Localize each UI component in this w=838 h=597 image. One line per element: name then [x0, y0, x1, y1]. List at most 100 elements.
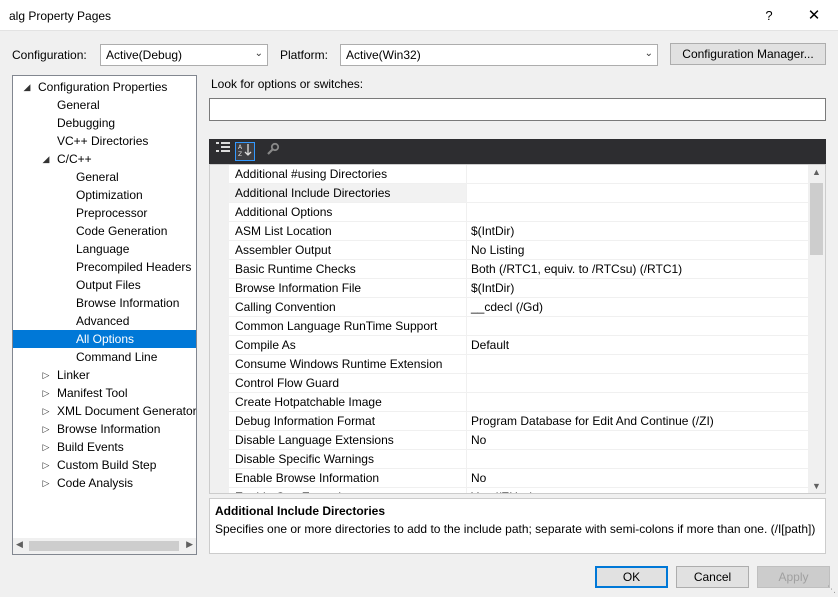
property-value[interactable]: No — [467, 431, 809, 450]
tree-item[interactable]: ◢ Configuration Properties — [13, 78, 196, 96]
tree-item[interactable]: Debugging — [13, 114, 196, 132]
expand-icon[interactable]: ▷ — [41, 456, 51, 474]
tree-item[interactable]: ▷ Browse Information — [13, 420, 196, 438]
property-row[interactable]: Control Flow Guard — [210, 374, 809, 393]
property-row[interactable]: Compile As Default — [210, 336, 809, 355]
property-row[interactable]: Browse Information File $(IntDir) — [210, 279, 809, 298]
tree-item[interactable]: Browse Information — [13, 294, 196, 312]
tree-item[interactable]: Code Generation — [13, 222, 196, 240]
property-value[interactable] — [467, 165, 809, 184]
collapse-icon[interactable]: ◢ — [41, 150, 51, 168]
expand-icon[interactable]: ▷ — [41, 438, 51, 456]
property-name: Common Language RunTime Support — [229, 317, 467, 336]
cancel-button[interactable]: Cancel — [676, 566, 749, 588]
scroll-up-icon[interactable]: ▲ — [812, 167, 821, 177]
platform-dropdown[interactable]: Active(Win32) ⌄ — [340, 44, 658, 66]
search-input[interactable] — [209, 98, 826, 121]
tree-item[interactable]: Command Line — [13, 348, 196, 366]
categorized-icon[interactable] — [213, 142, 233, 161]
scroll-down-icon[interactable]: ▼ — [812, 481, 821, 491]
property-value[interactable] — [467, 203, 809, 222]
property-row[interactable]: Additional Include Directories — [210, 184, 809, 203]
tree-item[interactable]: General — [13, 96, 196, 114]
property-value[interactable]: $(IntDir) — [467, 279, 809, 298]
tree-item[interactable]: ▷ XML Document Generator — [13, 402, 196, 420]
collapse-icon[interactable]: ◢ — [22, 78, 32, 96]
tree-item[interactable]: ▷ Linker — [13, 366, 196, 384]
property-name: Enable Browse Information — [229, 469, 467, 488]
apply-button[interactable]: Apply — [757, 566, 830, 588]
tree-item-label: Browse Information — [76, 296, 180, 310]
property-value[interactable]: No Listing — [467, 241, 809, 260]
property-row[interactable]: Debug Information Format Program Database… — [210, 412, 809, 431]
property-value[interactable] — [467, 450, 809, 469]
tree-item[interactable]: ▷ Code Analysis — [13, 474, 196, 492]
property-row[interactable]: Disable Specific Warnings — [210, 450, 809, 469]
property-row[interactable]: Additional #using Directories — [210, 165, 809, 184]
property-row[interactable]: Create Hotpatchable Image — [210, 393, 809, 412]
tree-horizontal-scrollbar[interactable]: ◀ ▶ — [13, 538, 196, 554]
property-value[interactable] — [467, 317, 809, 336]
tree-item[interactable]: ▷ Build Events — [13, 438, 196, 456]
row-gutter — [210, 260, 229, 279]
property-row[interactable]: Additional Options — [210, 203, 809, 222]
tree-item-label: General — [76, 170, 119, 184]
property-row[interactable]: ASM List Location $(IntDir) — [210, 222, 809, 241]
tree-item-label: Debugging — [57, 116, 116, 130]
close-button[interactable]: ✕ — [798, 4, 830, 28]
expand-icon[interactable]: ▷ — [41, 420, 51, 438]
property-value[interactable]: Yes (/EHsc) — [467, 488, 809, 493]
scroll-thumb[interactable] — [29, 541, 179, 551]
property-value[interactable]: Program Database for Edit And Continue (… — [467, 412, 809, 431]
configuration-dropdown[interactable]: Active(Debug) ⌄ — [100, 44, 268, 66]
property-row[interactable]: Assembler Output No Listing — [210, 241, 809, 260]
property-value[interactable]: No — [467, 469, 809, 488]
expand-icon[interactable]: ▷ — [41, 402, 51, 420]
help-button[interactable]: ? — [755, 4, 783, 28]
wrench-icon[interactable] — [263, 142, 283, 161]
tree-item[interactable]: General — [13, 168, 196, 186]
tree-item[interactable]: Output Files — [13, 276, 196, 294]
property-value[interactable] — [467, 393, 809, 412]
tree-item-label: Command Line — [76, 350, 158, 364]
grid-vertical-scrollbar[interactable]: ▲ ▼ — [808, 165, 825, 493]
tree-item[interactable]: Advanced — [13, 312, 196, 330]
property-value[interactable]: $(IntDir) — [467, 222, 809, 241]
property-value[interactable]: Default — [467, 336, 809, 355]
configuration-manager-button[interactable]: Configuration Manager... — [670, 43, 826, 65]
property-row[interactable]: Consume Windows Runtime Extension — [210, 355, 809, 374]
expand-icon[interactable]: ▷ — [41, 384, 51, 402]
tree-item[interactable]: Language — [13, 240, 196, 258]
scroll-thumb[interactable] — [810, 183, 823, 255]
property-tree[interactable]: ◢ Configuration Properties General Debuggin… — [12, 75, 197, 555]
resize-grip-icon[interactable]: ⋱ — [827, 584, 836, 595]
property-name: Basic Runtime Checks — [229, 260, 467, 279]
property-grid[interactable]: Additional #using Directories Additional … — [209, 164, 826, 494]
property-value[interactable] — [467, 355, 809, 374]
property-row[interactable]: Common Language RunTime Support — [210, 317, 809, 336]
tree-item[interactable]: Optimization — [13, 186, 196, 204]
tree-item[interactable]: VC++ Directories — [13, 132, 196, 150]
ok-button[interactable]: OK — [595, 566, 668, 588]
tree-item[interactable]: ▷ Custom Build Step — [13, 456, 196, 474]
expand-icon[interactable]: ▷ — [41, 474, 51, 492]
expand-icon[interactable]: ▷ — [41, 366, 51, 384]
scroll-left-icon[interactable]: ◀ — [16, 539, 23, 550]
property-value[interactable]: Both (/RTC1, equiv. to /RTCsu) (/RTC1) — [467, 260, 809, 279]
property-value[interactable]: __cdecl (/Gd) — [467, 298, 809, 317]
property-row[interactable]: Calling Convention __cdecl (/Gd) — [210, 298, 809, 317]
tree-item[interactable]: Preprocessor — [13, 204, 196, 222]
tree-item[interactable]: ◢ C/C++ — [13, 150, 196, 168]
property-value[interactable] — [467, 184, 809, 203]
sort-alphabetical-icon[interactable]: AZ — [235, 142, 255, 161]
scroll-right-icon[interactable]: ▶ — [186, 539, 193, 550]
tree-item[interactable]: Precompiled Headers — [13, 258, 196, 276]
tree-item-label: Code Analysis — [57, 476, 134, 490]
tree-item[interactable]: ▷ Manifest Tool — [13, 384, 196, 402]
property-row[interactable]: Basic Runtime Checks Both (/RTC1, equiv. … — [210, 260, 809, 279]
property-row[interactable]: Enable Browse Information No — [210, 469, 809, 488]
tree-item[interactable]: All Options — [13, 330, 196, 348]
property-row[interactable]: Disable Language Extensions No — [210, 431, 809, 450]
property-value[interactable] — [467, 374, 809, 393]
property-row[interactable]: Enable C++ ExceptionsYes (/EHsc) — [210, 488, 809, 493]
